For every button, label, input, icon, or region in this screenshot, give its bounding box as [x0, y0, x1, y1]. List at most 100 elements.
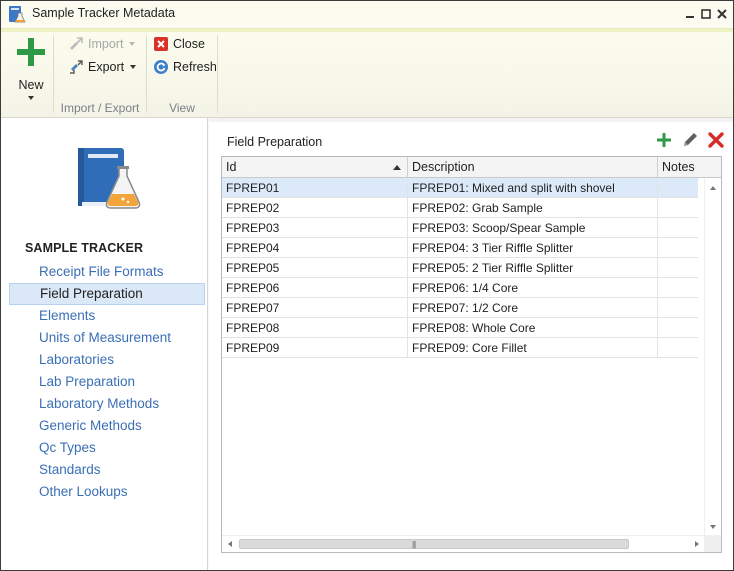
new-button[interactable]: New	[9, 35, 53, 100]
chevron-down-icon	[129, 42, 136, 46]
table-row[interactable]: FPREP02 FPREP02: Grab Sample	[222, 198, 698, 218]
cell-description: FPREP02: Grab Sample	[408, 198, 658, 218]
nav-item-field-preparation[interactable]: Field Preparation	[9, 283, 205, 305]
cell-description: FPREP08: Whole Core	[408, 318, 658, 338]
grid-toolbar	[655, 131, 725, 149]
cell-description: FPREP05: 2 Tier Riffle Splitter	[408, 258, 658, 278]
column-header-id[interactable]: Id	[222, 157, 408, 178]
nav-item-laboratory-methods[interactable]: Laboratory Methods	[9, 393, 205, 415]
cell-id: FPREP04	[222, 238, 408, 258]
add-icon[interactable]	[655, 131, 673, 149]
table-row[interactable]: FPREP03 FPREP03: Scoop/Spear Sample	[222, 218, 698, 238]
horizontal-scroll-thumb[interactable]: |||	[239, 539, 629, 549]
table-row[interactable]: FPREP01 FPREP01: Mixed and split with sh…	[222, 178, 698, 198]
nav-item-lab-preparation[interactable]: Lab Preparation	[9, 371, 205, 393]
cell-id: FPREP03	[222, 218, 408, 238]
cell-description: FPREP07: 1/2 Core	[408, 298, 658, 318]
title-bar: Sample Tracker Metadata	[1, 1, 733, 28]
cell-description: FPREP09: Core Fillet	[408, 338, 658, 358]
cell-description: FPREP01: Mixed and split with shovel	[408, 178, 658, 198]
cell-notes	[658, 318, 698, 338]
cell-description: FPREP04: 3 Tier Riffle Splitter	[408, 238, 658, 258]
cell-notes	[658, 298, 698, 318]
cell-description: FPREP03: Scoop/Spear Sample	[408, 218, 658, 238]
close-window-icon[interactable]	[717, 9, 727, 19]
table-row[interactable]: FPREP05 FPREP05: 2 Tier Riffle Splitter	[222, 258, 698, 278]
scroll-up-icon[interactable]	[710, 186, 716, 190]
scroll-corner	[704, 535, 721, 552]
export-icon	[70, 60, 83, 74]
window-controls	[685, 9, 727, 19]
ribbon-separator	[217, 35, 218, 113]
cell-notes	[658, 218, 698, 238]
nav-item-units-of-measurement[interactable]: Units of Measurement	[9, 327, 205, 349]
ribbon-group-new: New	[1, 29, 53, 118]
scroll-down-icon[interactable]	[710, 525, 716, 529]
cell-notes	[658, 178, 698, 198]
section-title: Field Preparation	[227, 135, 323, 149]
column-header-notes[interactable]: Notes	[658, 157, 721, 178]
nav-item-qc-types[interactable]: Qc Types	[9, 437, 205, 459]
cell-notes	[658, 238, 698, 258]
navigation-pane: SAMPLE TRACKER Receipt File Formats Fiel…	[1, 118, 208, 570]
cell-description: FPREP06: 1/4 Core	[408, 278, 658, 298]
cell-id: FPREP06	[222, 278, 408, 298]
ribbon: New Import Export Import / Export Close …	[1, 28, 733, 118]
nav-title: SAMPLE TRACKER	[25, 241, 144, 255]
content-top-band	[209, 118, 733, 122]
table-row[interactable]: FPREP09 FPREP09: Core Fillet	[222, 338, 698, 358]
nav-item-elements[interactable]: Elements	[9, 305, 205, 327]
nav-item-receipt-file-formats[interactable]: Receipt File Formats	[9, 261, 205, 283]
nav-item-laboratories[interactable]: Laboratories	[9, 349, 205, 371]
cell-notes	[658, 258, 698, 278]
scroll-left-icon[interactable]	[228, 541, 232, 547]
grip-icon: |||	[412, 540, 416, 549]
cell-id: FPREP01	[222, 178, 408, 198]
cell-notes	[658, 198, 698, 218]
vertical-scrollbar[interactable]	[704, 178, 721, 537]
nav-item-generic-methods[interactable]: Generic Methods	[9, 415, 205, 437]
import-icon	[70, 37, 83, 50]
horizontal-scrollbar[interactable]: |||	[222, 535, 705, 552]
nav-item-other-lookups[interactable]: Other Lookups	[9, 481, 205, 503]
cell-id: FPREP05	[222, 258, 408, 278]
cell-id: FPREP02	[222, 198, 408, 218]
scroll-right-icon[interactable]	[695, 541, 699, 547]
import-button[interactable]: Import	[68, 34, 136, 54]
close-button[interactable]: Close	[153, 34, 205, 54]
close-label: Close	[173, 37, 205, 51]
minimize-icon[interactable]	[685, 9, 695, 19]
group-label-import-export: Import / Export	[60, 101, 140, 115]
sample-tracker-logo-icon	[78, 148, 141, 209]
refresh-label: Refresh	[173, 60, 217, 74]
table-row[interactable]: FPREP08 FPREP08: Whole Core	[222, 318, 698, 338]
ribbon-group-view: Close Refresh View	[147, 29, 217, 118]
grid-header: Id Description Notes	[222, 157, 721, 178]
cell-notes	[658, 278, 698, 298]
column-header-id-label: Id	[226, 160, 237, 174]
new-button-label: New	[18, 78, 44, 92]
column-header-description[interactable]: Description	[408, 157, 658, 178]
table-row[interactable]: FPREP07 FPREP07: 1/2 Core	[222, 298, 698, 318]
import-label: Import	[88, 37, 124, 51]
data-grid: Id Description Notes FPREP01 FPREP01: Mi…	[221, 156, 722, 553]
app-flask-icon	[9, 6, 26, 23]
app-window: Sample Tracker Metadata New Import Expor…	[0, 0, 734, 571]
table-row[interactable]: FPREP06 FPREP06: 1/4 Core	[222, 278, 698, 298]
content-pane: Field Preparation Id Description Notes F…	[209, 118, 733, 570]
delete-icon[interactable]	[707, 131, 725, 149]
export-label: Export	[88, 60, 125, 74]
pencil-icon[interactable]	[681, 131, 699, 149]
window-title: Sample Tracker Metadata	[32, 6, 176, 20]
sort-ascending-icon	[393, 165, 401, 170]
export-button[interactable]: Export	[68, 57, 137, 77]
nav-list: Receipt File Formats Field Preparation E…	[9, 261, 205, 503]
cell-id: FPREP08	[222, 318, 408, 338]
refresh-button[interactable]: Refresh	[153, 57, 217, 77]
table-row[interactable]: FPREP04 FPREP04: 3 Tier Riffle Splitter	[222, 238, 698, 258]
nav-item-standards[interactable]: Standards	[9, 459, 205, 481]
maximize-icon[interactable]	[701, 9, 711, 19]
close-red-icon	[154, 37, 168, 51]
cell-notes	[658, 338, 698, 358]
plus-icon	[17, 38, 45, 66]
